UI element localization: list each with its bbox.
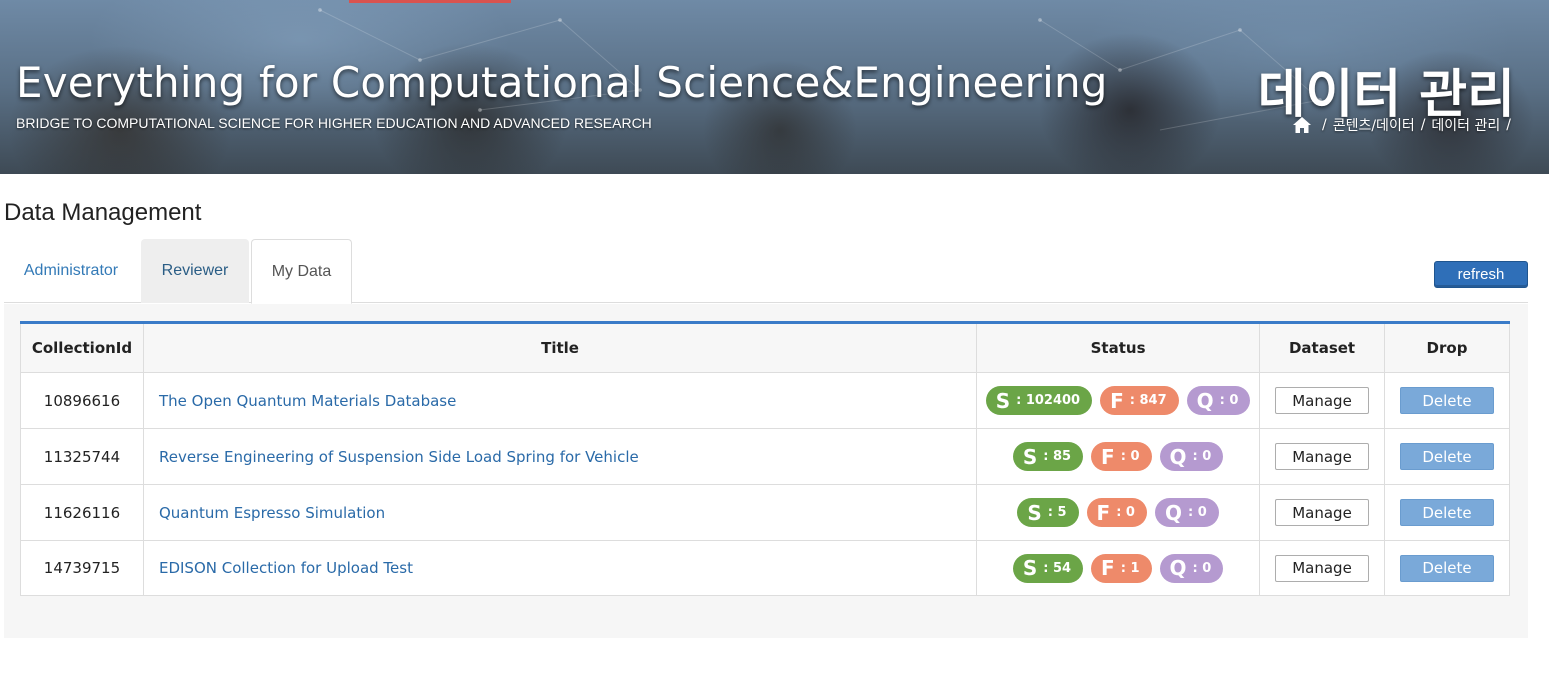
breadcrumb-separator: / [1420,117,1426,133]
delete-button[interactable]: Delete [1400,499,1494,526]
table-header-row: CollectionId Title Status Dataset Drop [20,322,1510,373]
status-badges: S: 102400 F: 847 Q: 0 [985,386,1251,415]
collection-title-link[interactable]: EDISON Collection for Upload Test [159,559,413,577]
collection-title-link[interactable]: Quantum Espresso Simulation [159,504,385,522]
delete-button[interactable]: Delete [1400,554,1494,582]
success-count-badge: S: 102400 [985,386,1093,415]
fail-count-badge: F: 847 [1100,386,1179,415]
tab-reviewer[interactable]: Reviewer [141,239,249,303]
table-row: 11626116 Quantum Espresso Simulation S: … [20,484,1510,541]
column-header-status: Status [976,322,1261,373]
collection-title-link[interactable]: The Open Quantum Materials Database [159,392,456,410]
tab-bar: Administrator Reviewer My Data [4,239,1528,304]
status-badges: S: 5 F: 0 Q: 0 [1017,498,1219,527]
success-count-badge: S: 85 [1012,442,1084,471]
collection-id: 14739715 [20,540,144,596]
column-header-title: Title [142,322,978,373]
column-header-collectionid: CollectionId [20,322,144,373]
status-badges: S: 85 F: 0 Q: 0 [1012,442,1224,471]
tab-administrator[interactable]: Administrator [4,239,138,303]
manage-button[interactable]: Manage [1275,443,1370,470]
breadcrumb: / 콘텐츠/데이터 / 데이터 관리 / [1292,115,1511,135]
queue-count-badge: Q: 0 [1186,386,1251,415]
breadcrumb-content-data[interactable]: 콘텐츠/데이터 [1333,115,1415,135]
home-icon[interactable] [1292,116,1312,134]
column-header-dataset: Dataset [1259,322,1385,373]
breadcrumb-data-management[interactable]: 데이터 관리 [1431,115,1500,135]
fail-count-badge: F: 1 [1091,553,1152,583]
header-banner: Everything for Computational Science&Eng… [0,0,1549,174]
collections-table: CollectionId Title Status Dataset Drop 1… [20,321,1510,596]
table-row: 14739715 EDISON Collection for Upload Te… [20,540,1510,596]
fail-count-badge: F: 0 [1086,498,1147,527]
delete-button[interactable]: Delete [1400,443,1494,470]
manage-button[interactable]: Manage [1275,499,1370,526]
site-subtitle: BRIDGE TO COMPUTATIONAL SCIENCE FOR HIGH… [16,115,652,131]
table-row: 11325744 Reverse Engineering of Suspensi… [20,428,1510,485]
section-title: Data Management [4,199,202,226]
column-header-drop: Drop [1384,322,1510,373]
success-count-badge: S: 54 [1012,553,1084,583]
collection-title-link[interactable]: Reverse Engineering of Suspension Side L… [159,448,639,466]
breadcrumb-separator: / [1321,117,1327,133]
queue-count-badge: Q: 0 [1154,498,1219,527]
tab-my-data[interactable]: My Data [251,239,352,304]
collection-id: 11325744 [20,428,144,485]
status-badges: S: 54 F: 1 Q: 0 [1012,553,1224,583]
manage-button[interactable]: Manage [1275,387,1370,414]
delete-button[interactable]: Delete [1400,387,1494,414]
site-title: Everything for Computational Science&Eng… [16,58,1108,107]
refresh-button[interactable]: refresh [1434,261,1528,288]
collection-id: 10896616 [20,372,144,429]
success-count-badge: S: 5 [1017,498,1079,527]
queue-count-badge: Q: 0 [1159,442,1224,471]
breadcrumb-separator: / [1506,117,1511,133]
fail-count-badge: F: 0 [1091,442,1152,471]
queue-count-badge: Q: 0 [1159,553,1224,583]
collection-id: 11626116 [20,484,144,541]
manage-button[interactable]: Manage [1275,554,1370,582]
table-row: 10896616 The Open Quantum Materials Data… [20,372,1510,429]
